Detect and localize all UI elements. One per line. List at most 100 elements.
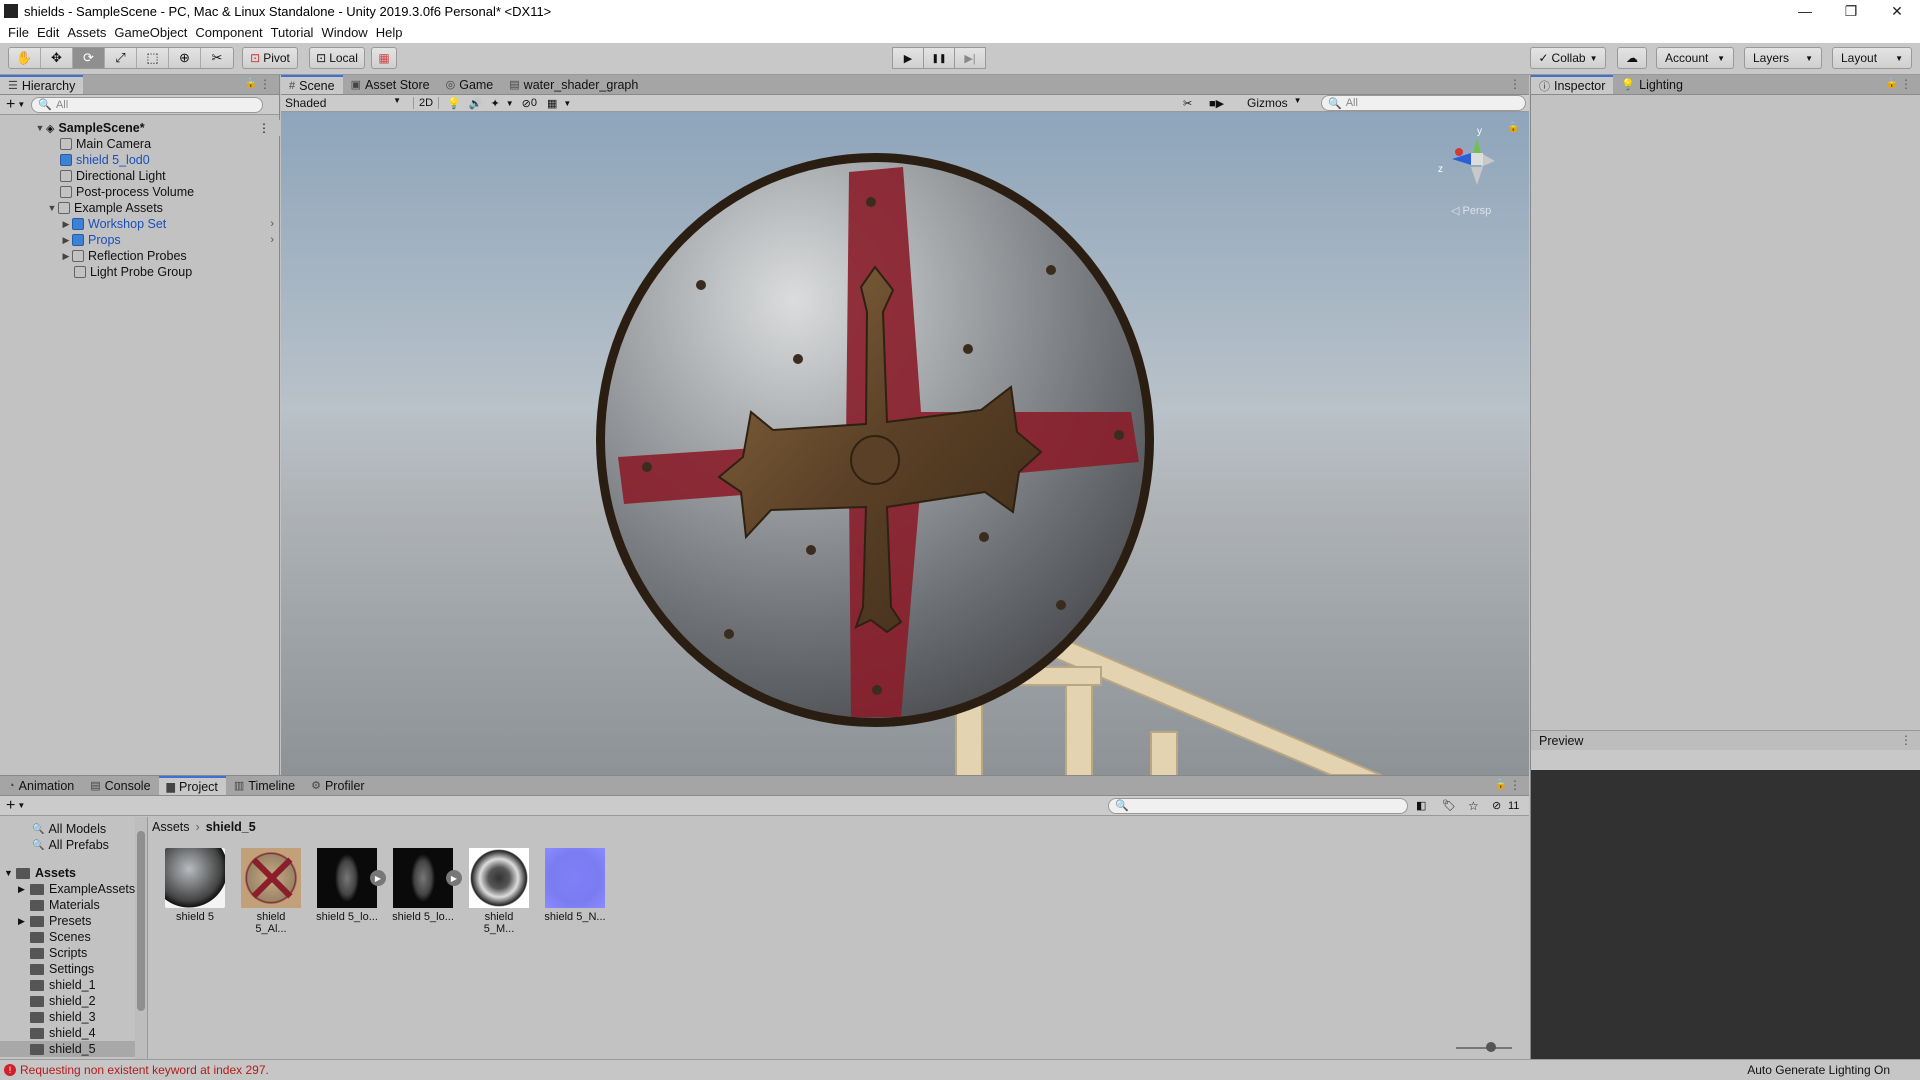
hidden-objects-icon[interactable]: ⊘ (522, 97, 531, 110)
hierarchy-search-input[interactable]: 🔍 All (31, 96, 264, 113)
list-item[interactable]: ▶ Presets (0, 913, 140, 929)
favorite-all-prefabs[interactable]: 🔍 All Prefabs (0, 837, 140, 853)
list-item[interactable]: Scripts (0, 945, 140, 961)
chevron-down-icon[interactable]: ▼ (563, 99, 571, 108)
expand-asset-icon[interactable]: ▶ (446, 870, 462, 886)
chevron-down-icon[interactable]: ▼ (506, 99, 514, 108)
lock-icon[interactable]: 🔒 (1507, 121, 1519, 133)
menu-edit[interactable]: Edit (37, 25, 59, 40)
list-item[interactable]: ▶ Workshop Set › (0, 216, 280, 232)
maximize-button[interactable]: ❐ (1828, 0, 1874, 22)
asset-item[interactable]: shield 5_M... (468, 848, 530, 935)
expand-arrow-icon[interactable]: ▼ (46, 203, 58, 213)
expand-arrow-icon[interactable]: ▼ (34, 123, 46, 133)
scene-search-input[interactable]: 🔍 All (1321, 95, 1526, 111)
list-item[interactable]: ▶ Reflection Probes (0, 248, 280, 264)
menu-tutorial[interactable]: Tutorial (271, 25, 314, 40)
tab-lighting[interactable]: 💡 Lighting (1613, 75, 1691, 94)
expand-arrow-icon[interactable]: ▶ (60, 235, 72, 246)
more-options-icon[interactable]: ⋮ (1900, 733, 1912, 747)
rotate-tool-icon[interactable]: ⟳ (73, 48, 105, 68)
console-last-message[interactable]: Requesting non existent keyword at index… (20, 1063, 269, 1077)
pivot-toggle[interactable]: ⊡ Pivot (242, 47, 298, 69)
list-item[interactable]: shield_4 (0, 1025, 140, 1041)
tab-project[interactable]: ▆ Project (158, 776, 226, 795)
more-options-icon[interactable]: ⋮ (1900, 77, 1912, 91)
scale-tool-icon[interactable]: ⤢ (105, 48, 137, 68)
list-item[interactable]: shield_2 (0, 993, 140, 1009)
tab-timeline[interactable]: ▥ Timeline (226, 776, 303, 795)
tree-scrollbar[interactable] (135, 817, 147, 1060)
project-search-input[interactable]: 🔍 (1108, 797, 1408, 814)
chevron-right-icon[interactable]: › (270, 234, 274, 246)
slider-thumb[interactable] (1486, 1042, 1496, 1052)
menu-component[interactable]: Component (195, 25, 262, 40)
cloud-button[interactable]: ☁ (1617, 47, 1647, 69)
list-item[interactable]: Scenes (0, 929, 140, 945)
scene-row[interactable]: ▼ ◈ SampleScene* ⋮ (0, 120, 280, 136)
assets-root-folder[interactable]: ▼ Assets (0, 865, 140, 881)
add-icon[interactable]: + (6, 797, 15, 815)
lock-icon[interactable]: 🔒 (1495, 779, 1507, 790)
tab-profiler[interactable]: ⚙ Profiler (303, 776, 372, 795)
tab-inspector[interactable]: ⓘ Inspector (1531, 75, 1614, 94)
play-button[interactable]: ▶ (892, 47, 924, 69)
tab-game[interactable]: ◎ Game (438, 75, 502, 94)
audio-toggle-icon[interactable]: 🔊 (469, 97, 483, 110)
snap-settings-button[interactable]: ▦ (371, 47, 397, 69)
tab-water-shader-graph[interactable]: ▤ water_shader_graph (501, 75, 646, 94)
asset-item[interactable]: shield 5_lo... (392, 848, 454, 923)
search-by-label-icon[interactable]: 🏷 (1442, 799, 1456, 812)
list-item[interactable]: shield_1 (0, 977, 140, 993)
grid-toggle-icon[interactable]: ▦ (547, 97, 557, 110)
tab-hierarchy[interactable]: ☰ Hierarchy (0, 75, 84, 94)
list-item[interactable]: ▼ Example Assets (0, 200, 280, 216)
minimize-button[interactable]: — (1782, 0, 1828, 22)
scene-viewport[interactable]: y z ◁ Persp 🔒 (281, 112, 1529, 775)
breadcrumb-assets[interactable]: Assets (152, 820, 190, 834)
toggle-2d-button[interactable]: 2D (413, 97, 440, 109)
asset-item[interactable]: shield 5_lo... (316, 848, 378, 923)
effects-toggle-icon[interactable]: ✦ (490, 97, 499, 110)
more-options-icon[interactable]: ⋮ (1509, 778, 1521, 792)
list-item[interactable]: shield 5_lod0 (0, 152, 280, 168)
asset-item[interactable]: shield 5_Al... (240, 848, 302, 935)
favorite-star-icon[interactable]: ☆ (1468, 799, 1479, 813)
more-options-icon[interactable]: ⋮ (1509, 77, 1521, 91)
expand-asset-icon[interactable]: ▶ (370, 870, 386, 886)
step-button[interactable]: ▶| (954, 47, 986, 69)
close-button[interactable]: ✕ (1874, 0, 1920, 22)
orientation-gizmo[interactable] (1452, 139, 1495, 185)
list-item[interactable]: Directional Light (0, 168, 280, 184)
custom-tool-icon[interactable]: ✂ (201, 48, 233, 68)
tab-animation[interactable]: ◔ Animation (0, 776, 82, 795)
account-dropdown[interactable]: Account ▼ (1656, 47, 1734, 69)
collab-dropdown[interactable]: ✓ Collab ▼ (1530, 47, 1606, 69)
menu-file[interactable]: File (8, 25, 29, 40)
thumbnail-size-slider[interactable] (1456, 1042, 1512, 1052)
menu-assets[interactable]: Assets (67, 25, 106, 40)
move-tool-icon[interactable]: ✥ (41, 48, 73, 68)
list-item[interactable]: Post-process Volume (0, 184, 280, 200)
menu-window[interactable]: Window (321, 25, 367, 40)
chevron-down-icon[interactable]: ▼ (17, 100, 25, 109)
local-toggle[interactable]: ⊡ Local (309, 47, 365, 69)
scrollbar-thumb[interactable] (137, 831, 145, 1011)
expand-arrow-icon[interactable]: ▶ (18, 884, 30, 895)
auto-lighting-status[interactable]: Auto Generate Lighting On (1747, 1063, 1890, 1077)
layout-dropdown[interactable]: Layout ▼ (1832, 47, 1912, 69)
asset-item[interactable]: shield 5_N... (544, 848, 606, 923)
pause-button[interactable]: ❚❚ (923, 47, 955, 69)
menu-help[interactable]: Help (376, 25, 403, 40)
chevron-down-icon[interactable]: ▼ (17, 801, 25, 810)
list-item[interactable]: Light Probe Group (0, 264, 280, 280)
expand-arrow-icon[interactable]: ▶ (18, 916, 30, 927)
tab-scene[interactable]: # Scene (281, 75, 343, 94)
list-item[interactable]: ▶ ExampleAssets (0, 881, 140, 897)
expand-arrow-icon[interactable]: ▶ (60, 219, 72, 230)
expand-arrow-icon[interactable]: ▶ (60, 251, 72, 262)
perspective-label[interactable]: ◁ Persp (1451, 205, 1491, 217)
chevron-right-icon[interactable]: › (270, 218, 274, 230)
favorite-all-models[interactable]: 🔍 All Models (0, 821, 140, 837)
more-options-icon[interactable]: ⋮ (258, 121, 270, 135)
